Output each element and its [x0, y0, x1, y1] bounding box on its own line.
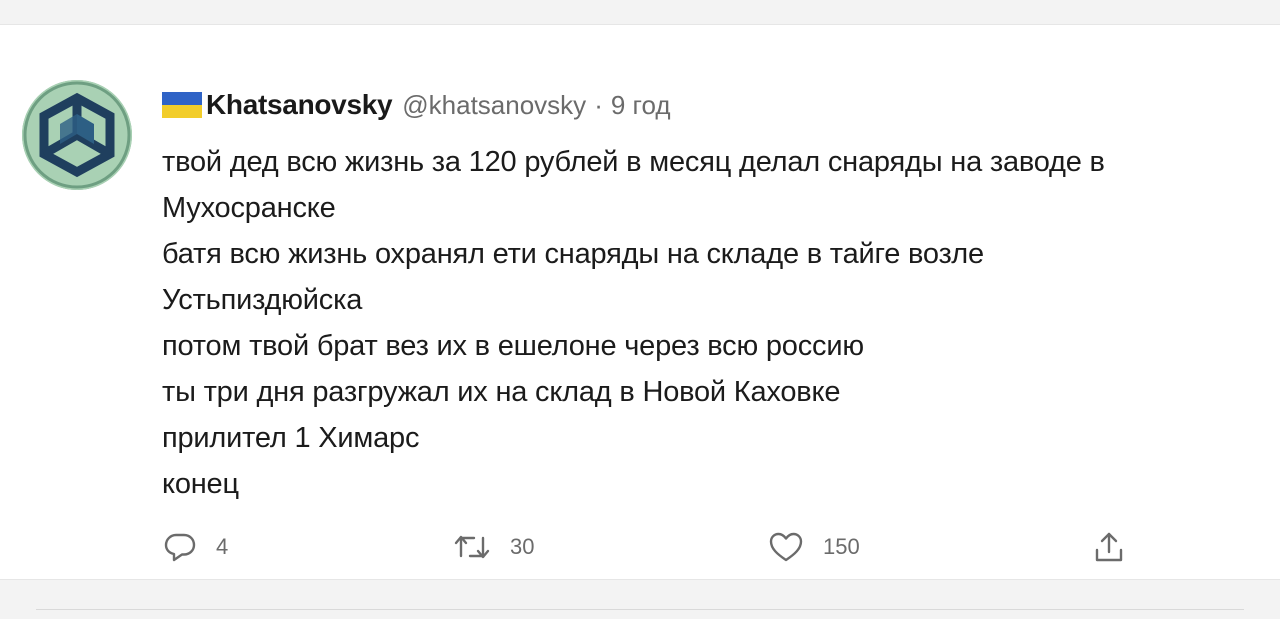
meta-separator: ·	[594, 89, 603, 120]
ukraine-flag-icon	[162, 92, 202, 118]
cube-logo-icon	[22, 80, 132, 190]
tweet-actions: 4 30 150	[162, 525, 1162, 569]
tweet-header: Khatsanovsky @khatsanovsky · 9 год	[162, 89, 671, 121]
avatar[interactable]	[22, 80, 132, 190]
tweet-line: конец	[162, 468, 239, 500]
tweet-text: твой дед всю жизнь за 120 рублей в месяц…	[162, 139, 1267, 507]
retweet-button[interactable]: 30	[452, 525, 534, 569]
reply-count: 4	[216, 534, 229, 559]
author-handle[interactable]: @khatsanovsky	[402, 90, 586, 121]
tweet-line: твой дед всю жизнь за 120 рублей в месяц…	[162, 146, 1105, 178]
tweet-line: Мухосранске	[162, 192, 336, 224]
tweet-line: Устьпиздюйска	[162, 284, 363, 316]
tweet-line: прилител 1 Химарс	[162, 422, 420, 454]
reply-icon	[164, 533, 196, 562]
tweet-card[interactable]: Khatsanovsky @khatsanovsky · 9 год твой …	[0, 24, 1280, 580]
share-button[interactable]	[1092, 525, 1126, 569]
tweet-line: потом твой брат вез их в ешелоне через в…	[162, 330, 864, 362]
share-icon	[1095, 532, 1123, 562]
retweet-count: 30	[510, 534, 535, 559]
heart-icon	[769, 532, 803, 562]
tweet-line: ты три дня разгружал их на склад в Новой…	[162, 376, 841, 408]
reply-button[interactable]: 4	[162, 525, 228, 569]
tweet-line: батя всю жизнь охранял ети снаряды на ск…	[162, 238, 984, 270]
tweet-timestamp[interactable]: 9 год	[611, 90, 671, 121]
divider	[36, 609, 1244, 610]
retweet-icon	[454, 535, 490, 559]
like-count: 150	[823, 534, 860, 559]
like-button[interactable]: 150	[767, 525, 860, 569]
author-name[interactable]: Khatsanovsky	[206, 89, 393, 121]
page: Khatsanovsky @khatsanovsky · 9 год твой …	[0, 0, 1280, 619]
